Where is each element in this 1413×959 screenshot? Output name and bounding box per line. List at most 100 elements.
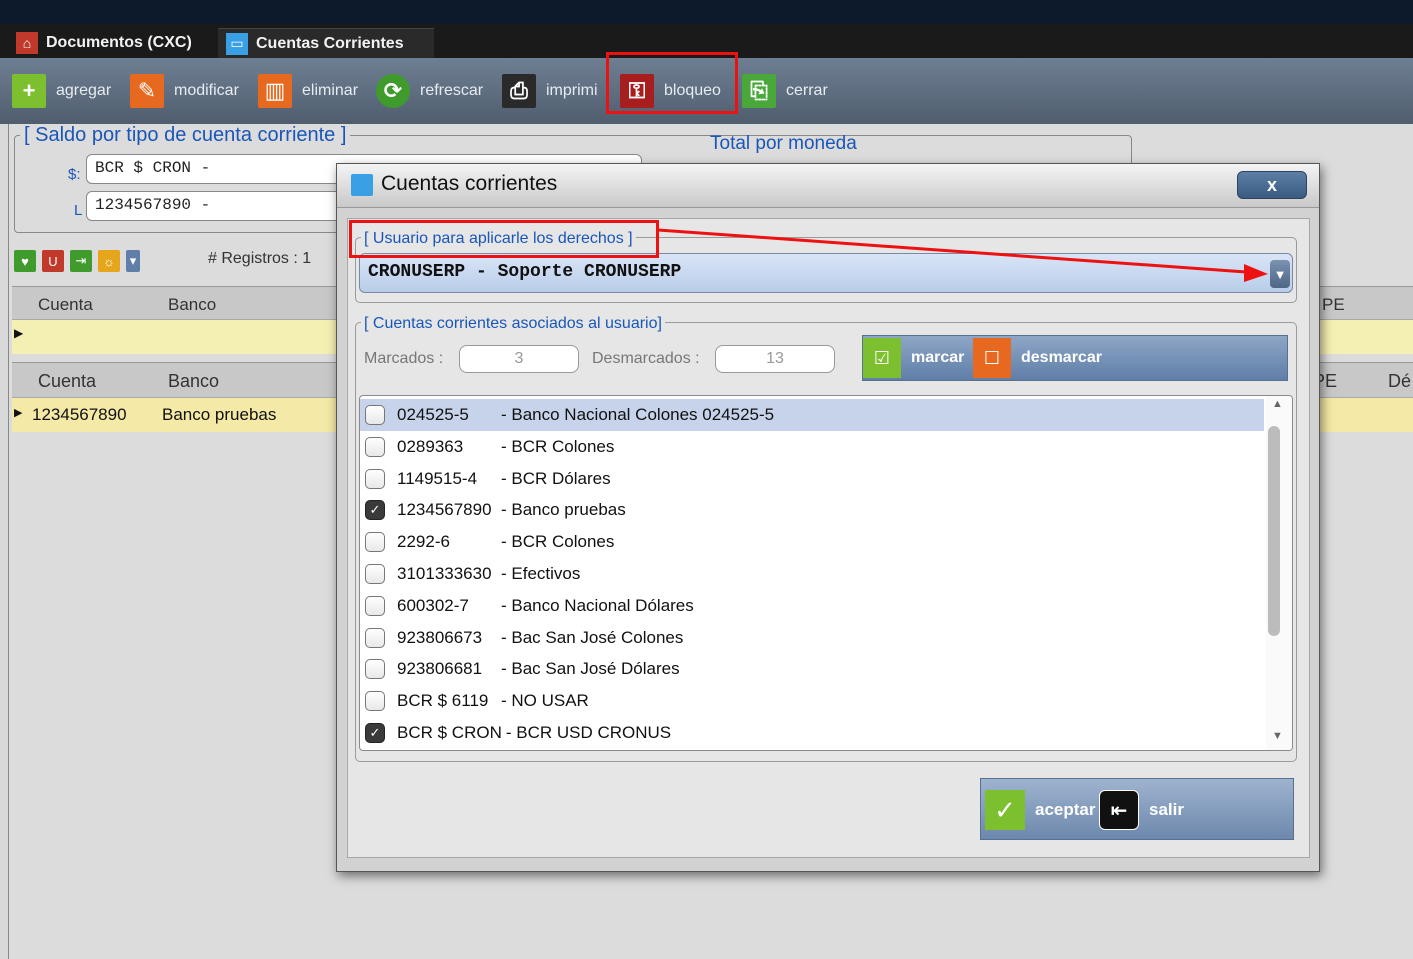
cell-banco: Banco pruebas: [162, 405, 277, 424]
usuario-combo[interactable]: CRONUSERP - Soporte CRONUSERP ▼: [359, 253, 1293, 293]
account-checkbox[interactable]: [365, 691, 385, 712]
list-item[interactable]: 1149515-4 - BCR Dólares: [360, 463, 1264, 495]
list-item[interactable]: 024525-5 - Banco Nacional Colones 024525-…: [360, 399, 1264, 431]
col-banco[interactable]: Banco: [168, 371, 219, 392]
refresh-icon: ⟳: [376, 74, 410, 108]
top-strip: [0, 0, 1413, 24]
list-item[interactable]: 923806673 - Bac San José Colones: [360, 622, 1264, 654]
col-cuenta[interactable]: Cuenta: [38, 371, 96, 392]
list-item[interactable]: ✓ BCR $ CRON - BCR USD CRONUS: [360, 717, 1264, 749]
magnet-icon[interactable]: U: [42, 250, 64, 272]
account-checkbox[interactable]: [365, 595, 385, 616]
salir-button[interactable]: ⇤ salir: [1099, 789, 1184, 831]
saldo-s-label: $:: [68, 166, 81, 183]
account-checkbox[interactable]: [365, 405, 385, 425]
eliminar-label: eliminar: [302, 82, 359, 99]
desmarcar-label: desmarcar: [1021, 349, 1102, 366]
list-item[interactable]: BCR $ 6119 - NO USAR: [360, 685, 1264, 717]
agregar-label: agregar: [56, 82, 112, 99]
saldo-combo-2[interactable]: 1234567890 -: [86, 191, 346, 221]
list-item[interactable]: 3101333630 - Efectivos: [360, 558, 1264, 590]
col-banco[interactable]: Banco: [168, 295, 216, 315]
account-checkbox[interactable]: [365, 627, 385, 648]
account-checkbox[interactable]: [365, 468, 385, 489]
cuentas-corrientes-dialog: Cuentas corrientes x [ Usuario para apli…: [336, 163, 1320, 872]
desmarcar-button[interactable]: ☐ desmarcar: [973, 338, 1102, 378]
grid-tools: ♥ U ⇥ ☼ ▾: [14, 247, 140, 275]
plus-icon: +: [12, 74, 46, 108]
col-de[interactable]: Dé: [1388, 371, 1411, 392]
registros-count: # Registros : 1: [208, 250, 312, 267]
sun-icon[interactable]: ☼: [98, 250, 120, 272]
imprimir-label: imprimi: [546, 82, 598, 99]
imprimir-button[interactable]: ⎙ imprimi: [502, 71, 598, 111]
account-name: - BCR USD CRONUS: [505, 723, 672, 742]
saldo-legend: [ Saldo por tipo de cuenta corriente ]: [20, 124, 351, 147]
documents-icon: ⌂: [16, 32, 38, 54]
modificar-button[interactable]: ✎ modificar: [130, 71, 239, 111]
dialog-title: Cuentas corrientes: [381, 172, 558, 195]
close-button[interactable]: x: [1237, 171, 1307, 199]
account-name: - BCR Colones: [501, 436, 615, 456]
account-name: - NO USAR: [501, 691, 589, 711]
col-cuenta[interactable]: Cuenta: [38, 295, 93, 315]
refrescar-label: refrescar: [420, 82, 484, 99]
saldo-l-label: L: [74, 202, 83, 219]
list-item[interactable]: 923806681 - Bac San José Dólares: [360, 653, 1264, 685]
annotation-box-usuario: [349, 220, 659, 258]
account-number: BCR $ 6119: [397, 691, 489, 711]
dialog-titlebar[interactable]: Cuentas corrientes x: [337, 164, 1319, 208]
scroll-down-icon[interactable]: ▼: [1272, 730, 1283, 742]
scrollbar-thumb[interactable]: [1268, 426, 1280, 636]
row-pointer-icon: ▶: [14, 326, 24, 340]
account-number: 0289363: [397, 436, 464, 456]
account-name: - Bac San José Colones: [501, 627, 684, 647]
list-item[interactable]: 0289363 - BCR Colones: [360, 431, 1264, 463]
account-number: 600302-7: [397, 595, 469, 615]
accounts-icon: [351, 174, 373, 196]
account-number: 2292-6: [397, 532, 450, 552]
pencil-icon: ✎: [130, 74, 164, 108]
account-name: - Efectivos: [501, 564, 581, 583]
chevron-down-icon[interactable]: ▼: [1270, 260, 1290, 288]
desmarcados-label: Desmarcados :: [592, 350, 700, 367]
account-number: 1149515-4: [397, 468, 478, 488]
eliminar-button[interactable]: ▥ eliminar: [258, 71, 358, 111]
list-item[interactable]: ✓ 1234567890 - Banco pruebas: [360, 494, 1264, 526]
account-number: 923806673: [397, 627, 483, 647]
cerrar-button[interactable]: ⎘ cerrar: [742, 71, 828, 111]
export-icon[interactable]: ⇥: [70, 250, 92, 272]
tab-cuentas-corrientes[interactable]: ▭ Cuentas Corrientes: [218, 28, 434, 58]
cuentas-list[interactable]: 024525-5 - Banco Nacional Colones 024525-…: [359, 395, 1293, 751]
account-checkbox[interactable]: [365, 436, 385, 457]
filter-icon[interactable]: ♥: [14, 250, 36, 272]
uncheck-all-icon: ☐: [973, 338, 1011, 378]
cell-cuenta: 1234567890: [32, 405, 127, 424]
aceptar-button[interactable]: ✓ aceptar: [985, 789, 1095, 831]
tab-documentos[interactable]: ⌂ Documentos (CXC): [8, 28, 202, 58]
accounts-icon: ▭: [226, 32, 248, 55]
dropdown-icon[interactable]: ▾: [126, 250, 140, 272]
col-pe[interactable]: PE: [1322, 295, 1345, 315]
dialog-footer: ✓ aceptar ⇤ salir: [980, 778, 1294, 840]
agregar-button[interactable]: + agregar: [12, 71, 111, 111]
total-moneda-label: Total por moneda: [710, 133, 857, 154]
exit-icon: ⇤: [1099, 790, 1139, 830]
printer-icon: ⎙: [502, 74, 536, 108]
list-item[interactable]: 600302-7 - Banco Nacional Dólares: [360, 590, 1264, 622]
account-checkbox[interactable]: ✓: [365, 500, 385, 521]
list-item[interactable]: 2292-6 - BCR Colones: [360, 526, 1264, 558]
account-checkbox[interactable]: [365, 532, 385, 553]
marcar-button[interactable]: ☑ marcar: [863, 338, 964, 378]
account-checkbox[interactable]: [365, 659, 385, 680]
row-pointer-icon: ▶: [14, 407, 23, 419]
salir-label: salir: [1149, 800, 1184, 819]
account-checkbox[interactable]: ✓: [365, 723, 385, 743]
account-number: BCR $ CRON: [397, 723, 502, 742]
refrescar-button[interactable]: ⟳ refrescar: [376, 71, 483, 111]
tab-label: Documentos (CXC): [46, 34, 192, 51]
account-name: - BCR Dólares: [501, 468, 611, 488]
cerrar-label: cerrar: [786, 82, 828, 99]
scroll-up-icon[interactable]: ▲: [1272, 398, 1283, 410]
account-checkbox[interactable]: [365, 564, 385, 584]
